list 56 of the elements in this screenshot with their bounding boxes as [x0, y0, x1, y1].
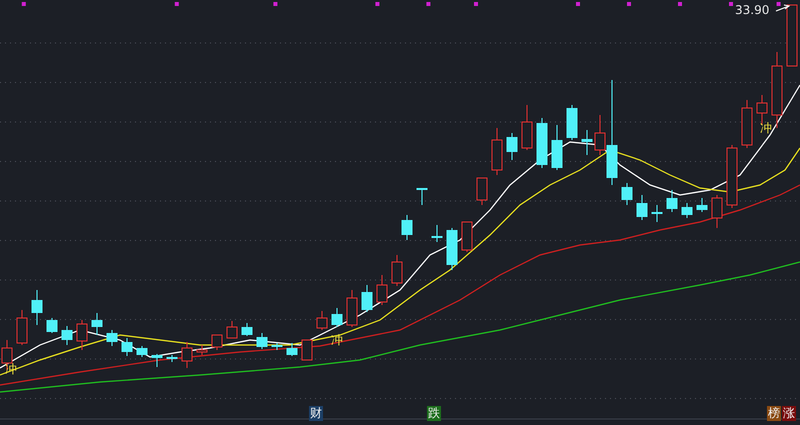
candlestick [462, 222, 472, 252]
candlestick [416, 188, 428, 206]
candlestick [76, 320, 88, 350]
candlestick [476, 178, 488, 206]
candlestick [32, 290, 42, 326]
candlestick [92, 312, 102, 336]
candlestick [652, 204, 662, 222]
candlestick [402, 214, 412, 240]
candlestick [302, 340, 312, 360]
candlestick [446, 228, 458, 270]
candlestick [432, 224, 442, 242]
candlestick [696, 198, 708, 212]
candlestick [106, 330, 118, 346]
candlestick [16, 310, 28, 346]
event-tag[interactable]: 榜 [767, 406, 781, 421]
candlestick [226, 320, 238, 338]
candlestick [622, 182, 632, 206]
candlestick [196, 344, 208, 356]
candlestick [272, 342, 282, 350]
candlestick [286, 342, 298, 356]
price-label: 33.90 [735, 3, 770, 17]
event-tag[interactable]: 财 [309, 406, 323, 421]
candlestick [346, 290, 358, 328]
candlestick [316, 310, 328, 330]
candlestick [536, 118, 548, 168]
candlestick [682, 202, 692, 218]
candlestick [712, 194, 722, 228]
candlestick [332, 308, 342, 328]
candlestick [506, 132, 518, 160]
candlestick [582, 130, 592, 156]
candlestick [742, 100, 752, 148]
candlestick [392, 254, 402, 286]
candlestick [182, 342, 192, 368]
candlestick [136, 346, 148, 358]
signal-label: 冲 [760, 122, 772, 135]
candlestick [46, 318, 58, 334]
candlestick [636, 194, 648, 220]
candlestick [122, 338, 132, 356]
candlestick [212, 334, 222, 350]
candlestick [166, 354, 178, 362]
candlestick [552, 124, 562, 170]
candlestick [62, 326, 72, 346]
candlestick [786, 4, 798, 66]
candlestick [362, 284, 372, 312]
arrow-icon [776, 4, 790, 12]
candlestick [242, 322, 252, 336]
candlestick [726, 144, 738, 208]
candlestick [376, 274, 388, 306]
candlestick [152, 354, 162, 368]
candlestick [666, 190, 678, 212]
event-tag[interactable]: 跌 [427, 406, 441, 421]
candlestick [566, 104, 578, 140]
candlestick [522, 104, 532, 150]
event-tag[interactable]: 涨 [782, 406, 796, 421]
candlestick [256, 332, 268, 350]
candlestick [492, 128, 502, 176]
